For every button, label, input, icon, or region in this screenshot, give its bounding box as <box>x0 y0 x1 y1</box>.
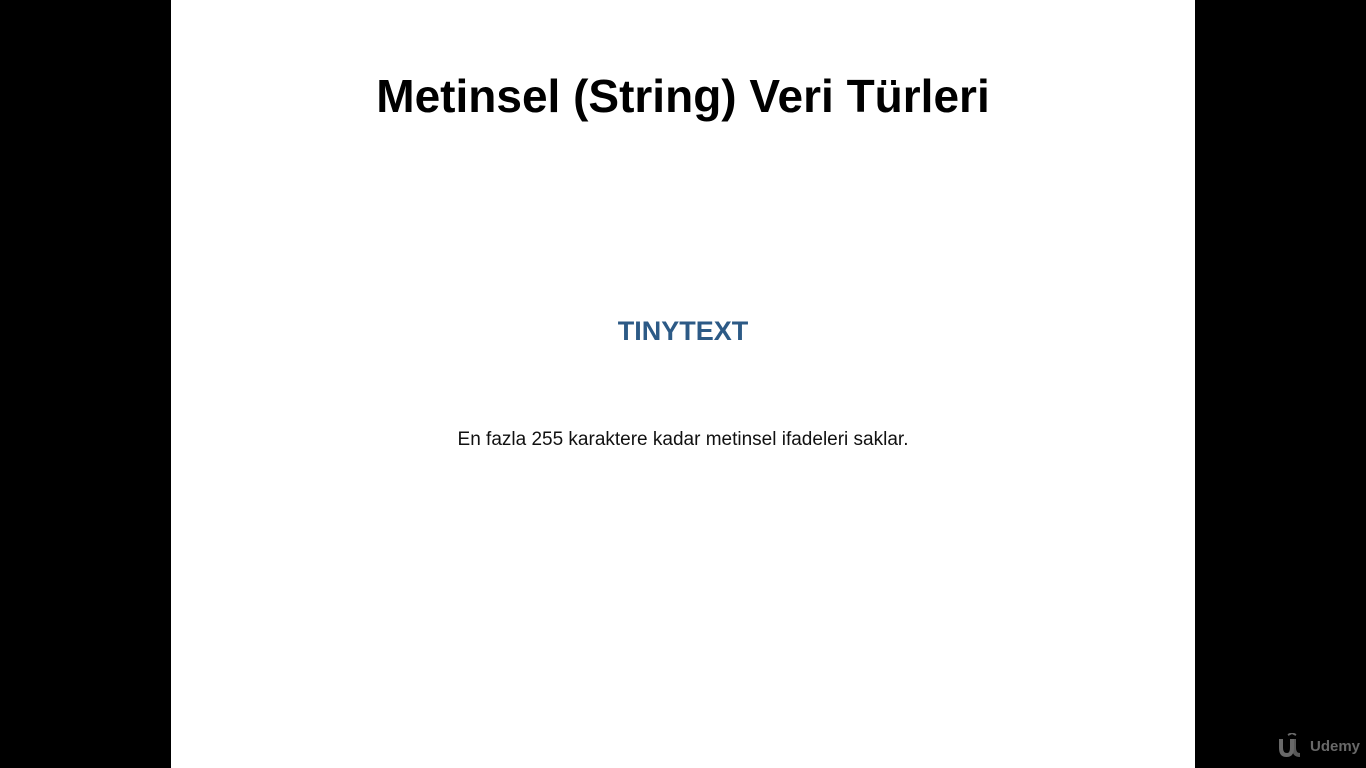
presentation-slide: Metinsel (String) Veri Türleri TINYTEXT … <box>171 0 1195 768</box>
slide-heading: TINYTEXT <box>617 316 749 346</box>
slide-title: Metinsel (String) Veri Türleri <box>376 70 990 122</box>
udemy-logo-icon <box>1279 733 1300 757</box>
slide-body-text: En fazla 255 karaktere kadar metinsel if… <box>457 429 909 450</box>
udemy-brand-text: Udemy <box>1310 737 1361 755</box>
udemy-watermark: Udemy <box>1276 732 1360 760</box>
video-player-stage: Metinsel (String) Veri Türleri TINYTEXT … <box>0 0 1366 768</box>
